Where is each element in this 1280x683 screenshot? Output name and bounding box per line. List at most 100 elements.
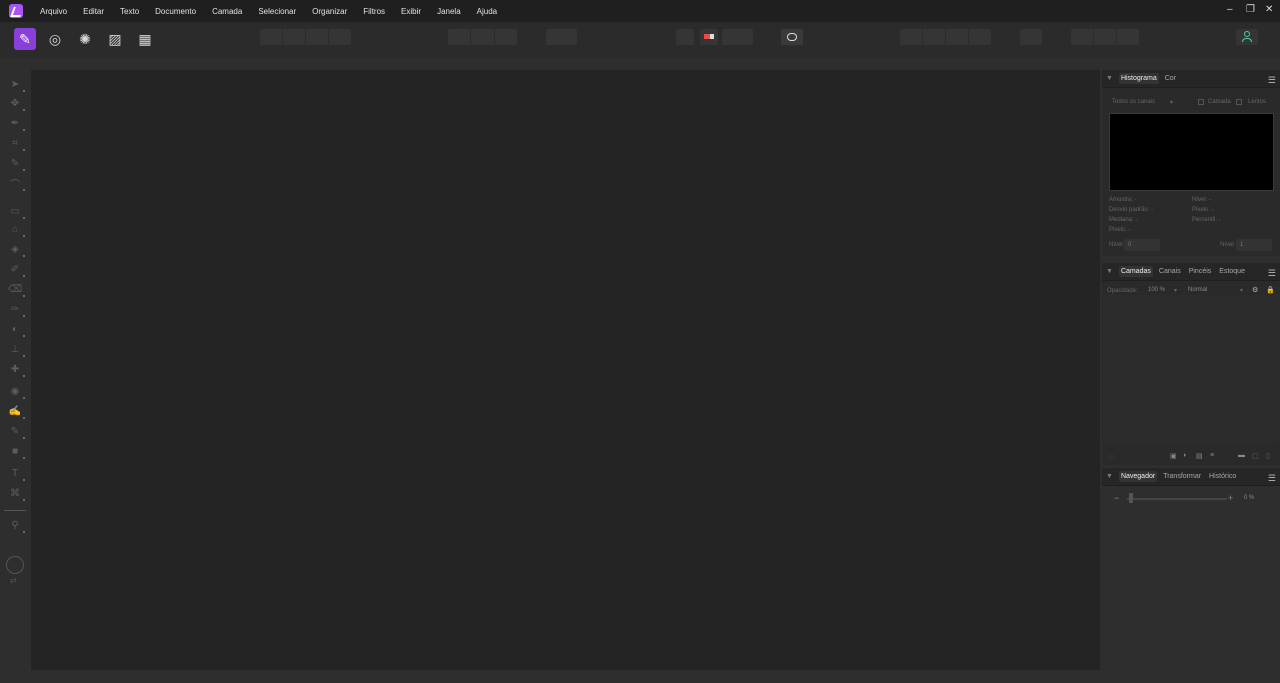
zoom-value[interactable]: 0 % (1244, 495, 1254, 501)
menu-janela[interactable]: Janela (437, 7, 461, 16)
panel-menu-icon[interactable]: ☰ (1268, 473, 1276, 484)
swap-colors-icon[interactable]: ⇄ (10, 576, 17, 585)
tab-pinceis[interactable]: Pincéis (1187, 266, 1214, 277)
menu-selecionar[interactable]: Selecionar (258, 7, 296, 16)
flood-select-tool-icon[interactable]: ⌒ (8, 176, 25, 191)
snap-button-4[interactable] (969, 29, 991, 45)
channel-dropdown-icon[interactable]: ▾ (1170, 99, 1173, 106)
collapse-caret-icon[interactable]: ▼ (1106, 268, 1113, 275)
tab-historico[interactable]: Histórico (1207, 471, 1238, 482)
zoom-in-button[interactable]: + (1228, 493, 1233, 503)
trash-icon[interactable]: ▯ (1266, 452, 1270, 460)
mesh-warp-tool-icon[interactable]: ⌘ (8, 486, 25, 501)
pen-tool-icon[interactable]: ✍ (8, 404, 25, 419)
stamp-tool-icon[interactable]: ⊥ (8, 342, 25, 357)
zoom-slider[interactable] (1127, 498, 1227, 500)
zoom-slider-knob[interactable] (1129, 493, 1133, 503)
color-picker-tool-icon[interactable]: ✒ (8, 116, 25, 131)
blend-mode-select[interactable]: Normal (1188, 287, 1207, 293)
liquify-persona-icon[interactable]: ◎ (44, 28, 66, 50)
flood-fill-tool-icon[interactable]: ◈ (8, 242, 25, 257)
add-layer-icon[interactable]: ▣ (1170, 452, 1177, 460)
folder-icon[interactable]: ▬ (1238, 452, 1245, 459)
arrange-forward-button[interactable] (471, 29, 495, 45)
menu-exibir[interactable]: Exibir (401, 7, 421, 16)
snap-button-1[interactable] (900, 29, 923, 45)
live-filter-icon[interactable]: ≡ (1210, 452, 1214, 459)
selection-options-dropdown[interactable] (722, 29, 753, 45)
max-level-field[interactable]: 1 (1236, 239, 1272, 251)
minimize-icon[interactable]: – (1227, 4, 1233, 15)
tone-mapping-persona-icon[interactable]: ▨ (104, 28, 126, 50)
view-tool-icon[interactable]: ✥ (8, 96, 25, 111)
opacity-dropdown-icon[interactable]: ▾ (1174, 287, 1177, 294)
node-tool-icon[interactable]: ✎ (8, 424, 25, 439)
freehand-selection-tool-icon[interactable]: ⌂ (8, 222, 25, 237)
tab-cor[interactable]: Cor (1163, 73, 1178, 84)
text-tool-icon[interactable]: T (8, 466, 25, 481)
collapse-caret-icon[interactable]: ▼ (1106, 75, 1113, 82)
document-canvas[interactable] (31, 70, 1100, 670)
opacity-value[interactable]: 100 % (1148, 287, 1165, 293)
menu-texto[interactable]: Texto (120, 7, 139, 16)
export-persona-icon[interactable]: ▦ (134, 28, 156, 50)
layer-checkbox[interactable] (1198, 99, 1204, 105)
view-mode-button-3[interactable] (1117, 29, 1139, 45)
menu-documento[interactable]: Documento (155, 7, 196, 16)
dodge-brush-tool-icon[interactable]: ✑ (8, 302, 25, 317)
clone-brush-tool-icon[interactable]: ◐ (8, 322, 25, 337)
view-mode-button-2[interactable] (1094, 29, 1117, 45)
arrange-back-button[interactable] (448, 29, 472, 45)
selection-brush-tool-icon[interactable]: ✎ (8, 156, 25, 171)
auto-contrast-button[interactable] (283, 29, 306, 45)
tab-histograma[interactable]: Histograma (1118, 73, 1159, 84)
paint-brush-tool-icon[interactable]: ✐ (8, 262, 25, 277)
assistant-button[interactable] (781, 29, 803, 45)
close-icon[interactable]: ✕ (1265, 4, 1273, 15)
gear-icon[interactable]: ⚙ (1252, 286, 1258, 294)
menu-camada[interactable]: Camada (212, 7, 242, 16)
arrange-front-button[interactable] (495, 29, 517, 45)
lock-icon[interactable]: 🔒 (1266, 286, 1275, 294)
shape-tool-icon[interactable]: ■ (8, 444, 25, 459)
app-logo-icon[interactable] (9, 4, 23, 18)
duplicate-icon[interactable]: ▢ (1252, 452, 1259, 460)
snap-button-2[interactable] (923, 29, 946, 45)
blend-dropdown-icon[interactable]: ▾ (1240, 287, 1243, 294)
photo-persona-icon[interactable]: ✎ (14, 28, 36, 50)
marquee-tool-icon[interactable]: ▭ (8, 204, 25, 219)
menu-filtros[interactable]: Filtros (363, 7, 385, 16)
snap-button-3[interactable] (946, 29, 969, 45)
tab-canais[interactable]: Canais (1157, 266, 1183, 277)
layers-list[interactable] (1103, 295, 1279, 442)
auto-white-balance-button[interactable] (329, 29, 351, 45)
account-button[interactable] (1236, 29, 1258, 45)
slow-checkbox[interactable] (1236, 99, 1242, 105)
primary-color-swatch[interactable] (6, 556, 24, 574)
erase-brush-tool-icon[interactable]: ⌫ (8, 282, 25, 297)
selection-mode-button[interactable] (700, 29, 718, 45)
develop-persona-icon[interactable]: ✺ (74, 28, 96, 50)
collapse-caret-icon[interactable]: ▼ (1106, 473, 1113, 480)
layer-mask-icon[interactable]: ◌ (1109, 452, 1114, 461)
view-mode-button-1[interactable] (1071, 29, 1094, 45)
menu-organizar[interactable]: Organizar (312, 7, 347, 16)
auto-levels-button[interactable] (260, 29, 283, 45)
auto-colors-button[interactable] (306, 29, 329, 45)
healing-brush-tool-icon[interactable]: ✚ (8, 362, 25, 377)
move-tool-icon[interactable]: ➤ (8, 77, 25, 92)
snapping-toggle-button[interactable] (1020, 29, 1042, 45)
menu-ajuda[interactable]: Ajuda (477, 7, 497, 16)
menu-editar[interactable]: Editar (83, 7, 104, 16)
quick-mask-button[interactable] (676, 29, 694, 45)
red-eye-tool-icon[interactable]: ◉ (8, 384, 25, 399)
zoom-out-button[interactable]: − (1114, 493, 1119, 503)
tab-transformar[interactable]: Transformar (1161, 471, 1203, 482)
tab-estoque[interactable]: Estoque (1217, 266, 1247, 277)
panel-menu-icon[interactable]: ☰ (1268, 75, 1276, 86)
min-level-field[interactable]: 0 (1124, 239, 1160, 251)
panel-menu-icon[interactable]: ☰ (1268, 268, 1276, 279)
restore-icon[interactable]: ❐ (1246, 4, 1255, 15)
channel-select[interactable]: Todos os canais (1112, 99, 1155, 105)
menu-arquivo[interactable]: Arquivo (40, 7, 67, 16)
